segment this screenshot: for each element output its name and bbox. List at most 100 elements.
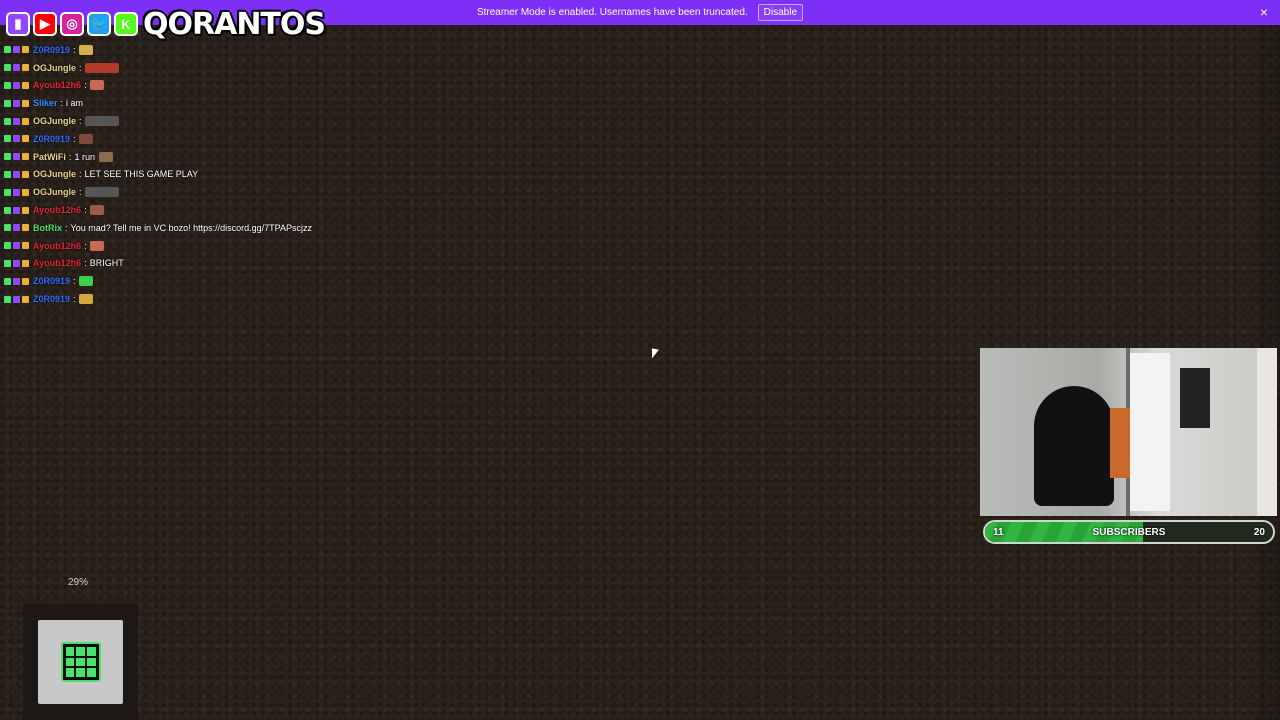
chat-username[interactable]: Z0R0919 — [33, 276, 70, 286]
chat-message: OGJungle: — [4, 112, 424, 130]
chat-username[interactable]: Z0R0919 — [33, 134, 70, 144]
subscriber-label: SUBSCRIBERS — [1092, 526, 1166, 538]
subscriber-goal: 20 — [1253, 526, 1265, 538]
close-icon[interactable]: × — [1260, 4, 1268, 20]
chat-separator: : — [65, 222, 68, 233]
chat-username[interactable]: PatWiFi — [33, 152, 66, 162]
chat-message: Ayoub12h6: — [4, 237, 424, 255]
user-badges — [4, 242, 29, 250]
badge-icon — [13, 242, 20, 250]
badge-icon — [22, 277, 29, 285]
badge-icon — [13, 99, 20, 107]
chat-username[interactable]: OGJungle — [33, 169, 76, 179]
social-icons: ▮ ▶ ◎ 🐦 K — [6, 12, 138, 36]
chat-message: Z0R0919: — [4, 41, 424, 59]
chat-separator: : — [73, 44, 76, 55]
badge-icon — [4, 64, 11, 72]
user-badges — [4, 117, 29, 125]
chat-separator: : — [84, 80, 87, 91]
mouse-cursor-icon — [652, 348, 659, 360]
badge-icon — [13, 153, 20, 161]
badge-icon — [22, 135, 29, 143]
chat-text: 1 run — [74, 151, 95, 162]
chat-message: OGJungle: LET SEE THIS GAME PLAY — [4, 166, 424, 184]
chat-message: Z0R0919: — [4, 272, 424, 290]
badge-icon — [22, 242, 29, 250]
chat-username[interactable]: Ayoub12h6 — [33, 258, 81, 268]
chat-message: Sliker: i am — [4, 94, 424, 112]
badge-icon — [22, 206, 29, 214]
user-badges — [4, 188, 29, 196]
badge-icon — [4, 81, 11, 89]
youtube-icon: ▶ — [33, 12, 57, 36]
user-badges — [4, 81, 29, 89]
user-badges — [4, 259, 29, 267]
badge-icon — [4, 259, 11, 267]
twitch-icon: ▮ — [6, 12, 30, 36]
chat-username[interactable]: BotRix — [33, 223, 62, 233]
chat-username[interactable]: Sliker — [33, 98, 58, 108]
badge-icon — [13, 224, 20, 232]
badge-icon — [22, 64, 29, 72]
chat-separator: : — [84, 258, 87, 269]
chat-emote-icon — [89, 80, 104, 91]
chat-username[interactable]: Z0R0919 — [33, 294, 70, 304]
chat-separator: : — [73, 294, 76, 305]
badge-icon — [13, 170, 20, 178]
badge-icon — [4, 46, 11, 54]
badge-icon — [13, 64, 20, 72]
chat-text: BRIGHT — [89, 258, 124, 269]
chat-overlay: Z0R0919: OGJungle: Ayoub12h6: Sliker: i am OG… — [4, 41, 424, 308]
badge-icon — [4, 242, 11, 250]
chat-separator: : — [79, 116, 82, 127]
badge-icon — [22, 153, 29, 161]
webcam-gaming-chair — [1034, 386, 1114, 506]
chat-message: OGJungle: — [4, 59, 424, 77]
chat-username[interactable]: Ayoub12h6 — [33, 80, 81, 90]
chat-emote-icon — [84, 116, 119, 127]
badge-icon — [13, 188, 20, 196]
disable-streamer-mode-button[interactable]: Disable — [757, 4, 804, 21]
chat-separator: : — [79, 187, 82, 198]
badge-icon — [4, 135, 11, 143]
chat-separator: : — [68, 151, 72, 162]
chat-message: Ayoub12h6: BRIGHT — [4, 255, 424, 273]
chat-separator: : — [60, 98, 64, 109]
badge-icon — [22, 117, 29, 125]
user-badges — [4, 99, 29, 107]
chat-message: Ayoub12h6: — [4, 77, 424, 95]
kick-icon: K — [114, 12, 138, 36]
subscriber-goal-bar: 11 SUBSCRIBERS 20 — [983, 520, 1275, 544]
twitter-icon: 🐦 — [87, 12, 111, 36]
badge-icon — [13, 259, 20, 267]
chat-emote-icon — [78, 133, 93, 144]
webcam-fridge — [1180, 368, 1210, 428]
chat-username[interactable]: OGJungle — [33, 116, 76, 126]
chat-username[interactable]: OGJungle — [33, 63, 76, 73]
hud-item-slot[interactable] — [38, 620, 123, 704]
chat-username[interactable]: Z0R0919 — [33, 45, 70, 55]
badge-icon — [13, 295, 20, 303]
chat-emote-icon — [89, 205, 104, 216]
chat-message: Z0R0919: — [4, 290, 424, 308]
badge-icon — [22, 259, 29, 267]
hud-percent: 29% — [68, 577, 89, 588]
badge-icon — [13, 206, 20, 214]
badge-icon — [4, 170, 11, 178]
chat-message: Z0R0919: — [4, 130, 424, 148]
chat-message: BotRix: You mad? Tell me in VC bozo! http… — [4, 219, 424, 237]
chat-emote-icon — [84, 187, 119, 198]
chat-emote-icon — [89, 240, 104, 251]
badge-icon — [22, 295, 29, 303]
chat-separator: : — [79, 169, 82, 180]
chat-separator: : — [79, 62, 82, 73]
chat-username[interactable]: Ayoub12h6 — [33, 241, 81, 251]
badge-icon — [22, 81, 29, 89]
chat-username[interactable]: Ayoub12h6 — [33, 205, 81, 215]
badge-icon — [4, 153, 11, 161]
badge-icon — [13, 277, 20, 285]
chat-separator: : — [84, 240, 87, 251]
chat-message: Ayoub12h6: — [4, 201, 424, 219]
chat-username[interactable]: OGJungle — [33, 187, 76, 197]
webcam-curtain — [1257, 348, 1277, 516]
